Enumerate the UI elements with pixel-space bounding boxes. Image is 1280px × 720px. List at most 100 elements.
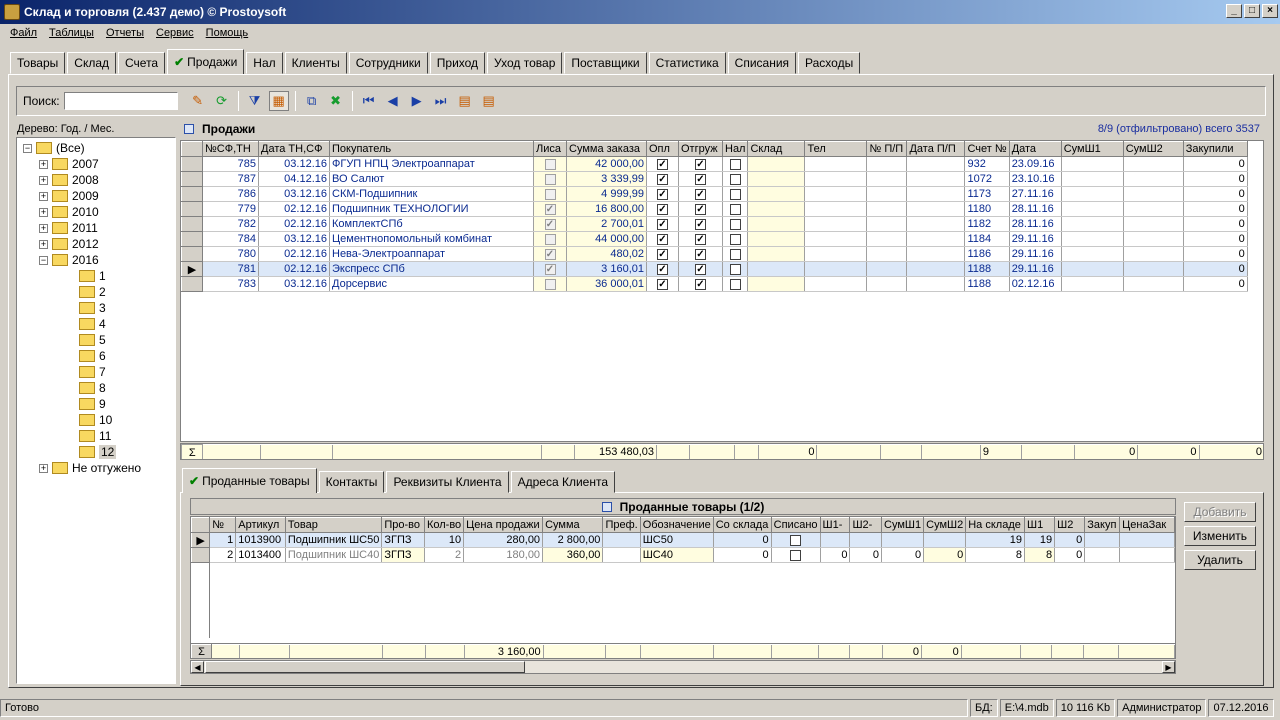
tab-expenses[interactable]: Расходы xyxy=(798,52,861,74)
sold-column-header[interactable]: Ш1 xyxy=(1023,517,1056,533)
tab-clients[interactable]: Клиенты xyxy=(284,52,347,74)
prev-record-icon[interactable]: ◀ xyxy=(383,91,403,111)
lisa-checkbox[interactable] xyxy=(544,188,556,200)
paid-checkbox[interactable]: ✓ xyxy=(657,263,668,275)
sales-row[interactable]: 782 02.12.16 КомплектСПб ✓ 2 700,01 ✓ ✓ 1182 28.… xyxy=(181,216,1248,232)
shipped-checkbox[interactable]: ✓ xyxy=(695,278,706,290)
lisa-checkbox[interactable]: ✓ xyxy=(544,203,556,215)
cash-cell[interactable] xyxy=(722,231,749,247)
sold-column-header[interactable]: Со склада xyxy=(712,517,772,533)
tab-sales[interactable]: ✔ Продажи xyxy=(167,49,245,74)
shipped-checkbox[interactable]: ✓ xyxy=(695,188,706,200)
paid-checkbox[interactable]: ✓ xyxy=(657,188,668,200)
cash-checkbox[interactable] xyxy=(729,248,741,260)
check-cell[interactable]: ✓ xyxy=(678,201,723,217)
tab-invoices[interactable]: Счета xyxy=(118,52,166,74)
tree-node-month[interactable]: 10 xyxy=(79,412,112,428)
sold-column-header[interactable]: На складе xyxy=(965,517,1025,533)
lisa-checkbox[interactable]: ✓ xyxy=(544,263,556,275)
tree-node-month[interactable]: 8 xyxy=(79,380,106,396)
paid-checkbox[interactable]: ✓ xyxy=(657,218,668,230)
cash-checkbox[interactable] xyxy=(729,263,741,275)
sold-column-header[interactable]: Закуп xyxy=(1084,517,1121,533)
sold-column-header[interactable]: Ш2- xyxy=(849,517,883,533)
last-record-icon[interactable]: ⏭ xyxy=(431,91,451,111)
filter-icon[interactable]: ⧩ xyxy=(245,91,265,111)
scroll-right-icon[interactable]: ▶ xyxy=(1162,661,1175,673)
check-cell[interactable]: ✓ xyxy=(678,276,723,292)
sales-row[interactable]: ▶ 781 02.12.16 Экспресс СПб ✓ 3 160,01 ✓ ✓ 1188 2… xyxy=(181,261,1248,277)
lisa-checkbox[interactable] xyxy=(544,233,556,245)
lisa-checkbox[interactable] xyxy=(544,173,556,185)
check-cell[interactable]: ✓ xyxy=(646,261,679,277)
tab-incoming[interactable]: Приход xyxy=(429,52,486,74)
check-cell[interactable]: ✓ xyxy=(646,276,679,292)
tree-node-year[interactable]: −2016 xyxy=(39,252,99,268)
tab-outgoing[interactable]: Уход товар xyxy=(487,52,563,74)
sold-column-header[interactable]: Товар xyxy=(284,517,383,533)
cash-cell[interactable] xyxy=(722,201,749,217)
sales-grid[interactable]: №СФ,ТН Дата ТН,СФ Покупатель Лиса Сумма зака… xyxy=(180,140,1264,442)
tab-statistics[interactable]: Статистика xyxy=(648,52,726,74)
tree-node-month[interactable]: 4 xyxy=(79,316,106,332)
refresh-icon[interactable]: ⟳ xyxy=(212,91,232,111)
cash-cell[interactable] xyxy=(722,171,749,187)
minimize-button[interactable]: _ xyxy=(1226,4,1242,18)
cash-cell[interactable] xyxy=(722,156,749,172)
waybill-print-icon[interactable]: ▤ xyxy=(479,91,499,111)
tree-node-root[interactable]: − (Все) xyxy=(23,140,85,156)
search-input[interactable] xyxy=(63,92,178,110)
sold-column-header[interactable]: ЦенаЗак xyxy=(1119,517,1175,533)
sold-column-header[interactable]: Сумма xyxy=(542,517,604,533)
sales-column-header[interactable]: Лиса xyxy=(533,141,567,157)
paid-checkbox[interactable]: ✓ xyxy=(657,233,668,245)
cash-checkbox[interactable] xyxy=(729,218,741,230)
edit-pencil-icon[interactable]: ✎ xyxy=(188,91,208,111)
sales-row[interactable]: 784 03.12.16 Цементнопомольный комбинат 44 … xyxy=(181,231,1248,247)
sold-column-header[interactable]: Кол-во xyxy=(423,517,465,533)
cash-checkbox[interactable] xyxy=(729,278,741,290)
menu-help[interactable]: Помощь xyxy=(200,27,255,39)
close-button[interactable]: × xyxy=(1262,4,1278,18)
sales-column-header[interactable]: Покупатель xyxy=(329,141,534,157)
written-off-cell[interactable] xyxy=(771,532,821,548)
check-cell[interactable]: ✓ xyxy=(646,246,679,262)
sold-row[interactable]: 2 1013400 Подшипник ШС40 ЗГПЗ 2 180,00 360,00 Ш… xyxy=(191,547,1175,563)
sales-column-header[interactable]: Дата xyxy=(1008,141,1062,157)
check-cell[interactable]: ✓ xyxy=(646,171,679,187)
sales-column-header[interactable]: Дата ТН,СФ xyxy=(258,141,330,157)
check-cell[interactable]: ✓ xyxy=(678,246,723,262)
written-off-checkbox[interactable] xyxy=(790,534,802,546)
shipped-checkbox[interactable]: ✓ xyxy=(695,203,706,215)
tab-contacts[interactable]: Контакты xyxy=(318,471,385,493)
shipped-checkbox[interactable]: ✓ xyxy=(695,233,706,245)
lisa-cell[interactable]: ✓ xyxy=(533,216,567,232)
sold-column-header[interactable]: Цена продажи xyxy=(463,517,544,533)
sold-column-header[interactable]: Ш1- xyxy=(819,517,851,533)
lisa-cell[interactable] xyxy=(533,186,567,202)
sold-column-header[interactable]: СумШ2 xyxy=(923,517,967,533)
sales-column-header[interactable]: Счет № xyxy=(964,141,1010,157)
check-cell[interactable]: ✓ xyxy=(646,201,679,217)
sales-column-header[interactable]: Нал xyxy=(721,141,749,157)
sold-column-header[interactable]: Преф. xyxy=(602,517,641,533)
paid-checkbox[interactable]: ✓ xyxy=(657,278,668,290)
sales-column-header[interactable]: Склад xyxy=(747,141,806,157)
cash-cell[interactable] xyxy=(722,216,749,232)
tree-node-year[interactable]: +2010 xyxy=(39,204,99,220)
invoice-print-icon[interactable]: ▤ xyxy=(455,91,475,111)
sales-column-header[interactable]: Дата П/П xyxy=(906,141,966,157)
sales-column-header[interactable]: №СФ,ТН xyxy=(202,141,259,157)
paid-checkbox[interactable]: ✓ xyxy=(657,203,668,215)
shipped-checkbox[interactable]: ✓ xyxy=(695,218,706,230)
sold-column-header[interactable]: Ш2 xyxy=(1054,517,1086,533)
sold-column-header[interactable]: Про-во xyxy=(381,517,425,533)
check-cell[interactable]: ✓ xyxy=(646,156,679,172)
sales-column-header[interactable]: СумШ2 xyxy=(1122,141,1184,157)
tree-node-year[interactable]: +2011 xyxy=(39,220,98,236)
copy-icon[interactable]: ⧉ xyxy=(302,91,322,111)
tree-node-month[interactable]: 6 xyxy=(79,348,106,364)
tree-node-month[interactable]: 9 xyxy=(79,396,106,412)
shipped-checkbox[interactable]: ✓ xyxy=(695,248,706,260)
sold-row[interactable]: ▶ 1 1013900 Подшипник ШС50 ЗГПЗ 10 280,00 2 800… xyxy=(191,532,1175,548)
